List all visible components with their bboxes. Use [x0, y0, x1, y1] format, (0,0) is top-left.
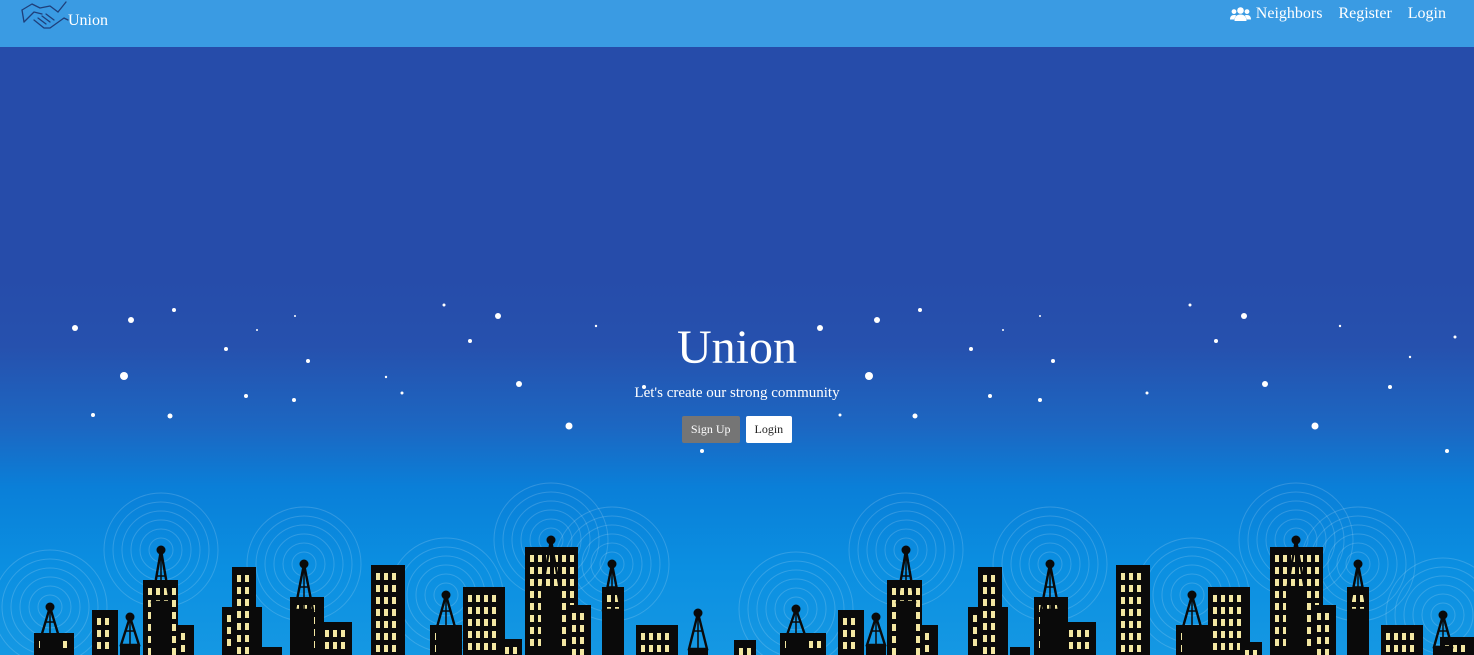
- radio-antenna: [1432, 610, 1454, 655]
- radio-antenna: [435, 590, 457, 655]
- nav-links: Neighbors Register Login: [1229, 5, 1446, 23]
- users-icon: [1229, 7, 1251, 21]
- building: [734, 640, 756, 655]
- radio-antenna: [865, 612, 887, 655]
- login-button[interactable]: Login: [745, 416, 793, 443]
- sign-up-button[interactable]: Sign Up: [681, 416, 740, 443]
- building: [232, 567, 256, 655]
- building: [500, 639, 522, 655]
- radio-antenna: [687, 608, 709, 655]
- nav-neighbors-link[interactable]: Neighbors: [1229, 5, 1323, 23]
- nav-login-link[interactable]: Login: [1408, 5, 1446, 23]
- radio-antenna: [1181, 590, 1203, 655]
- top-navbar: Union Neighbors Register Login: [0, 0, 1474, 47]
- building: [262, 647, 282, 655]
- radio-antenna: [119, 612, 141, 655]
- building: [567, 605, 591, 655]
- nav-neighbors-label: Neighbors: [1255, 5, 1323, 22]
- handshake-icon: [21, 1, 69, 29]
- hero-buttons: Sign Up Login: [0, 416, 1474, 443]
- hero-subtitle: Let's create our strong community: [634, 385, 840, 401]
- building: [1240, 642, 1262, 655]
- building: [1010, 647, 1030, 655]
- building: [1064, 622, 1096, 655]
- building: [978, 567, 1002, 655]
- hero-title: Union: [677, 321, 797, 374]
- nav-register-link[interactable]: Register: [1338, 5, 1391, 23]
- brand-name: Union: [68, 12, 108, 29]
- radio-antenna: [39, 602, 61, 655]
- radio-antenna: [785, 604, 807, 655]
- hero-section: Union Let's create our strong community …: [0, 47, 1474, 655]
- hero-content: Union Let's create our strong community …: [0, 317, 1474, 443]
- building: [1312, 605, 1336, 655]
- building: [320, 622, 352, 655]
